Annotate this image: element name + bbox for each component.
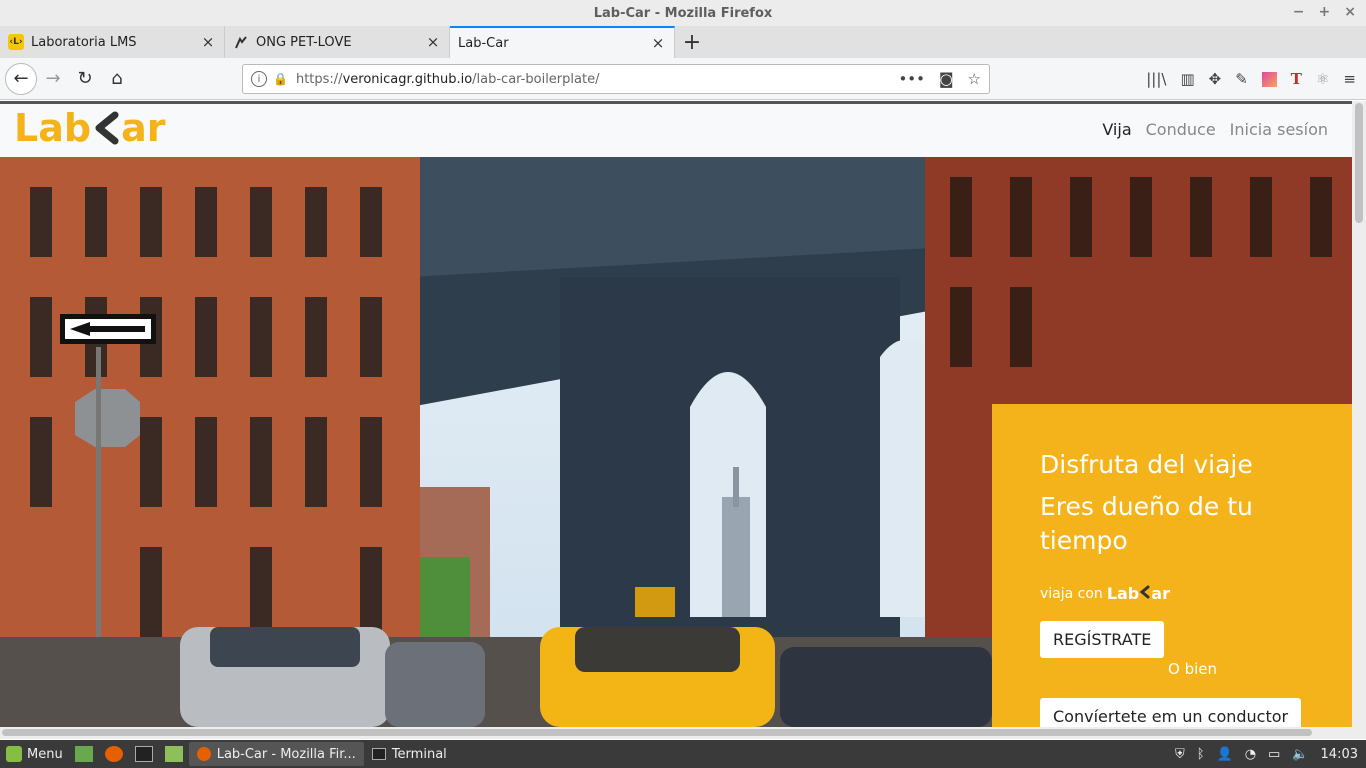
back-button[interactable]: ← (5, 62, 37, 95)
home-button[interactable]: ⌂ (101, 63, 133, 95)
url-protocol: https:// (295, 71, 343, 87)
vertical-scrollbar[interactable] (1352, 101, 1366, 739)
cta-headline-2: Eres dueño de tu tiempo (1040, 492, 1253, 555)
wifi-icon[interactable]: ◔ (1245, 747, 1256, 762)
cta-headline-1: Disfruta del viaje (1040, 450, 1253, 479)
close-tab-icon[interactable]: × (425, 33, 441, 51)
clock[interactable]: 14:03 (1321, 747, 1358, 762)
tab-laboratoria[interactable]: ‹L› Laboratoria LMS × (0, 26, 225, 58)
minimize-icon[interactable]: − (1293, 4, 1305, 20)
window-controls: − + × (1293, 4, 1356, 20)
lock-icon[interactable]: 🔒 (273, 72, 288, 86)
pocket-icon[interactable]: ◙ (939, 70, 954, 88)
bluetooth-icon[interactable]: ᛒ (1197, 747, 1205, 762)
terminal-icon (371, 748, 386, 760)
become-driver-button[interactable]: Convíertete em un conductor (1040, 698, 1302, 727)
move-icon[interactable]: ✥ (1209, 70, 1222, 88)
mini-logo-right: ar (1151, 584, 1170, 603)
start-menu-button[interactable]: Menu (0, 742, 69, 766)
firefox-launcher-icon[interactable] (99, 742, 129, 766)
taskbar-window-firefox[interactable]: Lab-Car - Mozilla Fir... (188, 742, 364, 766)
logo-chevron-icon (95, 111, 119, 145)
tab-strip: ‹L› Laboratoria LMS × ONG PET-LOVE × Lab… (0, 26, 1366, 58)
logo-text-right: ar (121, 106, 166, 150)
or-text: O bien (1168, 660, 1217, 678)
mini-logo-left: Lab (1106, 584, 1140, 603)
nav-toolbar: ← → ↻ ⌂ i 🔒 https://veronicagr.github.io… (0, 58, 1366, 100)
menu-item-login[interactable]: Inicia sesíon (1230, 120, 1328, 139)
url-actions: ••• ◙ ☆ (898, 70, 981, 88)
battery-icon[interactable]: ▭ (1268, 747, 1280, 762)
paw-icon (233, 34, 249, 50)
url-path: /lab-car-boilerplate/ (472, 71, 600, 87)
url-host: veronicagr.github.io (342, 71, 473, 87)
close-window-icon[interactable]: × (1344, 4, 1356, 20)
taskbar-window-terminal[interactable]: Terminal (364, 742, 455, 766)
url-text[interactable]: https://veronicagr.github.io/lab-car-boi… (296, 72, 898, 87)
terminal-launcher-icon[interactable] (129, 742, 159, 766)
mini-logo: Lab ar (1107, 584, 1170, 603)
tab-pet-love[interactable]: ONG PET-LOVE × (225, 26, 450, 58)
url-bar[interactable]: i 🔒 https://veronicagr.github.io/lab-car… (242, 64, 990, 94)
new-tab-button[interactable]: + (675, 26, 709, 58)
eyedropper-icon[interactable]: ✎ (1235, 70, 1248, 88)
font-icon[interactable]: T (1291, 70, 1302, 88)
library-icon[interactable]: |||\ (1146, 70, 1166, 88)
tab-lab-car[interactable]: Lab-Car × (450, 26, 675, 58)
cta-panel: Disfruta del viaje Eres dueño de tu tiem… (992, 404, 1352, 727)
close-tab-icon[interactable]: × (200, 33, 216, 51)
shield-icon[interactable]: ⛨ (1175, 747, 1185, 762)
hero-image: Disfruta del viaje Eres dueño de tu tiem… (0, 157, 1352, 727)
maximize-icon[interactable]: + (1319, 4, 1331, 20)
tab-label: Lab-Car (458, 35, 509, 51)
labcar-logo[interactable]: Lab ar (14, 106, 165, 150)
window-titlebar: Lab-Car - Mozilla Firefox − + × (0, 0, 1366, 26)
page-actions-icon[interactable]: ••• (898, 70, 925, 88)
sidebar-icon[interactable]: ▥ (1180, 70, 1194, 88)
viaja-con-line: viaja con Lab ar (1040, 584, 1304, 603)
system-tray: ⛨ ᛒ 👤 ◔ ▭ 🔈 14:03 (1175, 740, 1358, 768)
register-button[interactable]: REGÍSTRATE (1040, 621, 1165, 658)
vertical-scroll-thumb[interactable] (1355, 103, 1363, 223)
menu-item-vija[interactable]: Vija (1102, 120, 1131, 139)
laboratoria-icon: ‹L› (8, 34, 24, 50)
volume-icon[interactable]: 🔈 (1292, 747, 1308, 762)
color-icon[interactable] (1261, 71, 1277, 87)
reload-button[interactable]: ↻ (69, 63, 101, 95)
horizontal-scrollbar[interactable] (0, 727, 1352, 739)
mint-logo-icon (6, 746, 22, 762)
files-launcher-icon[interactable] (159, 742, 189, 766)
site-header: Lab ar Vija Conduce Inicia sesíon (0, 104, 1352, 157)
logo-text-left: Lab (14, 106, 92, 150)
horizontal-scroll-thumb[interactable] (2, 729, 1312, 736)
mini-logo-chevron-icon (1139, 585, 1150, 599)
site-menu: Vija Conduce Inicia sesíon (1102, 120, 1328, 139)
page-viewport: Lab ar Vija Conduce Inicia sesíon Disfru… (0, 101, 1352, 727)
show-desktop-icon[interactable] (69, 742, 99, 766)
hamburger-menu-icon[interactable]: ≡ (1343, 70, 1356, 88)
user-icon[interactable]: 👤 (1217, 747, 1233, 762)
menu-item-conduce[interactable]: Conduce (1146, 120, 1216, 139)
taskbar-window-label: Terminal (391, 746, 447, 762)
start-menu-label: Menu (27, 746, 63, 762)
taskbar-window-label: Lab-Car - Mozilla Fir... (216, 746, 356, 762)
forward-button[interactable]: → (37, 63, 69, 95)
viaja-con-text: viaja con (1040, 585, 1103, 602)
react-icon[interactable]: ⚛ (1316, 70, 1329, 88)
window-title: Lab-Car - Mozilla Firefox (593, 5, 773, 21)
tab-label: Laboratoria LMS (31, 34, 137, 50)
bookmark-star-icon[interactable]: ☆ (968, 70, 981, 88)
os-taskbar: Menu Lab-Car - Mozilla Fir... Terminal ⛨… (0, 740, 1366, 768)
tab-label: ONG PET-LOVE (256, 34, 352, 50)
firefox-icon (196, 747, 211, 761)
toolbar-right: |||\ ▥ ✥ ✎ T ⚛ ≡ (1146, 58, 1356, 100)
info-icon[interactable]: i (251, 71, 267, 87)
close-tab-icon[interactable]: × (650, 34, 666, 52)
